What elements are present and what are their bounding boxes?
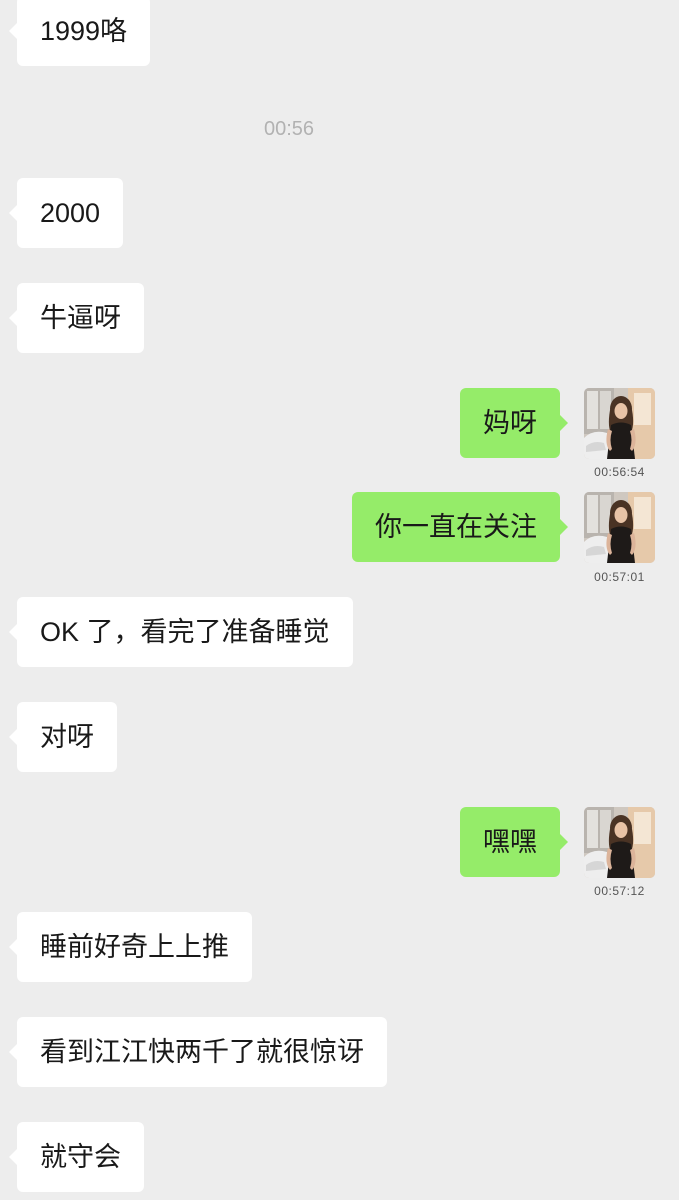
received-message-bubble[interactable]: 看到江江快两千了就很惊讶	[9, 1017, 387, 1087]
sent-message-bubble[interactable]: 妈呀	[460, 388, 568, 458]
sent-timestamp: 00:56:54	[594, 465, 645, 479]
chat-message-list[interactable]: 1999咯 00:56 2000 牛逼呀 妈呀 00:56:54 你一直在关注 …	[0, 0, 679, 1200]
received-message-bubble[interactable]: 睡前好奇上上推	[9, 912, 252, 982]
avatar-photo	[584, 807, 655, 878]
my-avatar[interactable]	[584, 807, 655, 878]
sent-timestamp: 00:57:12	[594, 884, 645, 898]
received-message-bubble[interactable]: 牛逼呀	[9, 283, 144, 353]
received-message-bubble[interactable]: 1999咯	[8, 0, 151, 66]
sent-message-bubble[interactable]: 你一直在关注	[352, 492, 568, 562]
sent-timestamp: 00:57:01	[594, 570, 645, 584]
avatar-photo	[584, 492, 655, 563]
avatar-photo	[584, 388, 655, 459]
time-divider: 00:56	[263, 118, 315, 140]
sent-message-bubble[interactable]: 嘿嘿	[460, 807, 568, 877]
received-message-bubble[interactable]: 对呀	[9, 702, 117, 772]
received-message-bubble[interactable]: OK 了，看完了准备睡觉	[9, 597, 353, 667]
my-avatar[interactable]	[584, 388, 655, 459]
my-avatar[interactable]	[584, 492, 655, 563]
received-message-bubble[interactable]: 2000	[8, 178, 124, 248]
received-message-bubble[interactable]: 就守会	[9, 1122, 144, 1192]
